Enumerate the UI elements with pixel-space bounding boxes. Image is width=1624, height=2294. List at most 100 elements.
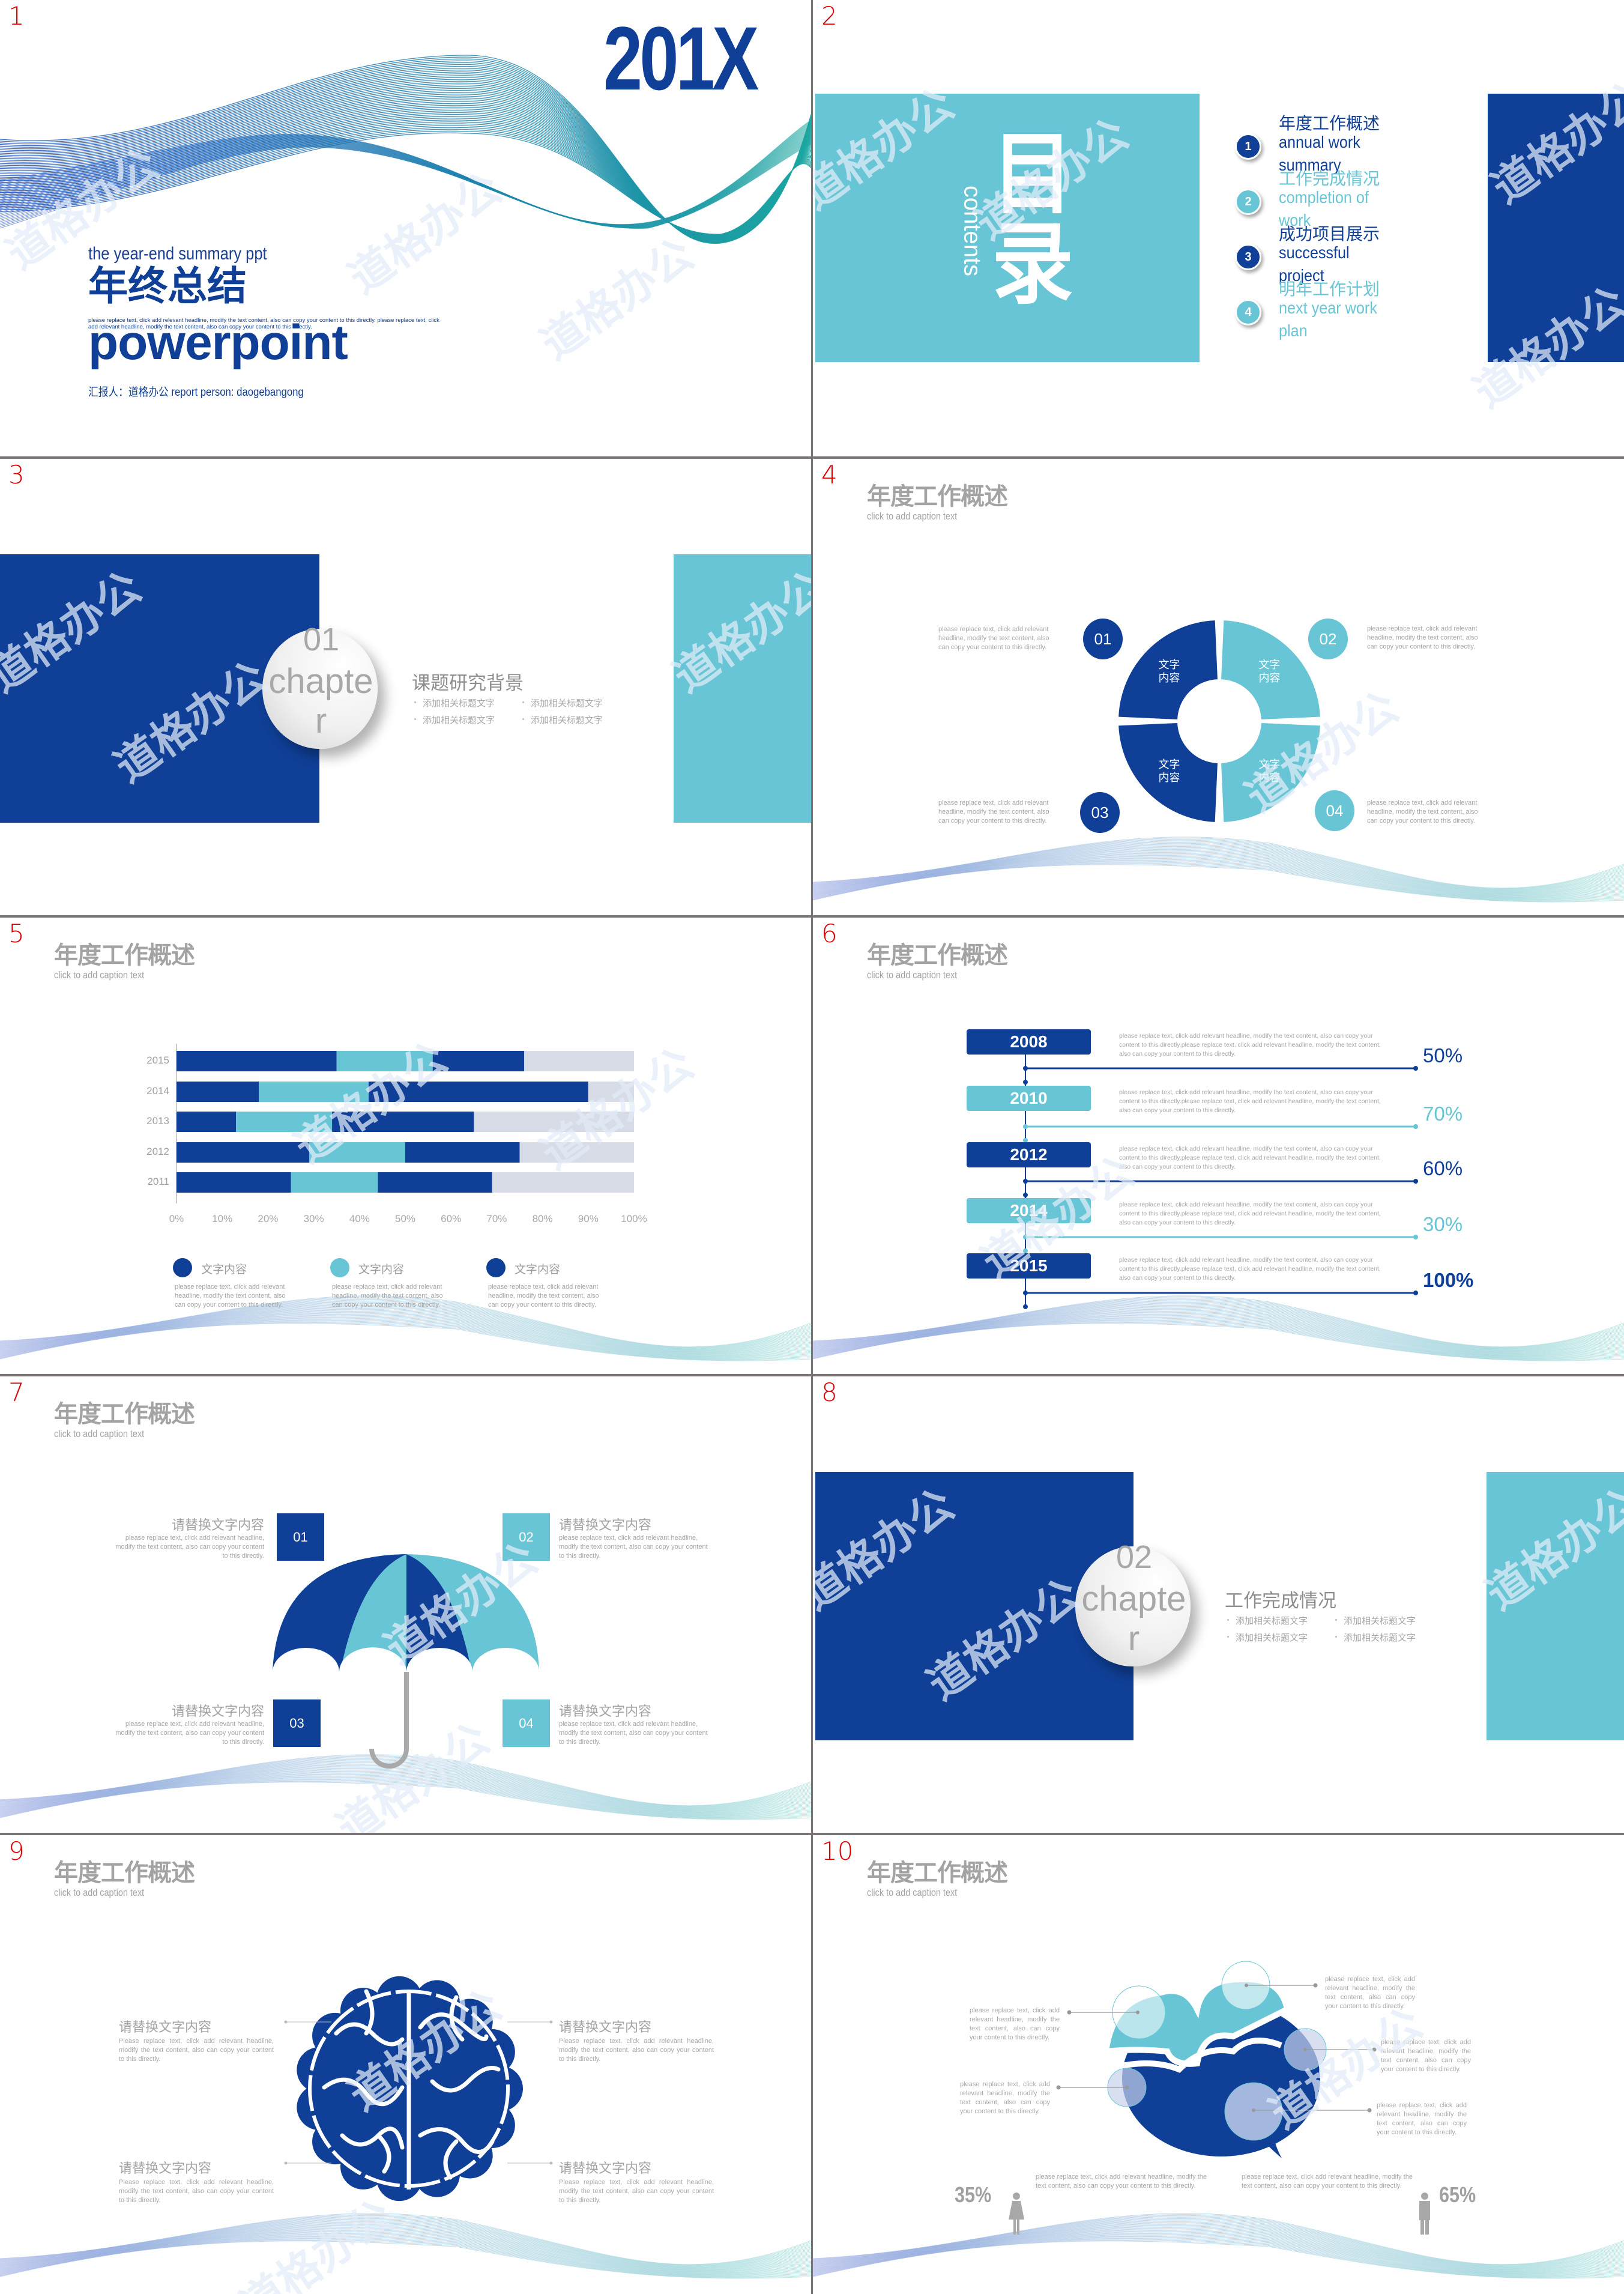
slide-number: 1 [8, 1, 25, 31]
callout-dot [1136, 2011, 1140, 2014]
title-cn-1: 目 [992, 124, 1073, 225]
slide-8[interactable]: 8 02 chapter 工作完成情况 添加相关标题文字 添加相关标题文字 添加相关标题文字… [813, 1376, 1624, 1833]
slide-3[interactable]: 3 01 chapter 课题研究背景 添加相关标题文字 添加相关标题文字 添加相关标题文字… [0, 459, 811, 915]
x-tick-label: 0% [169, 1213, 184, 1224]
bar-segment-2014-3 [369, 1082, 588, 1102]
slide-number: 2 [821, 1, 838, 31]
step-number-badge[interactable]: 03 [1080, 792, 1120, 833]
stat-value: 35% [955, 2182, 992, 2207]
slide-5[interactable]: 5 年度工作概述 click to add caption text 2015 2014… [0, 918, 811, 1374]
slide-6[interactable]: 6 年度工作概述 click to add caption text 2008 plea… [813, 918, 1624, 1374]
category-label: 2015 [146, 1055, 169, 1066]
toc-number-badge[interactable]: 3 [1235, 244, 1261, 270]
step-description: please replace text, click add relevant … [938, 799, 1049, 825]
reporter-text: 汇报人：道格办公 report person: daogebangong [88, 386, 304, 399]
toc-number-badge[interactable]: 1 [1235, 133, 1261, 160]
stat-description: please replace text, click add relevant … [1036, 2173, 1207, 2190]
male-icon [1421, 2193, 1428, 2200]
slide-number: 4 [821, 460, 838, 489]
bar-segment-2011-4 [492, 1172, 634, 1193]
legend-description: please replace text, click add relevant … [175, 1283, 286, 1309]
callout-text: please replace text, click add relevant … [970, 2007, 1060, 2041]
legend-label: 文字内容 [358, 1264, 405, 1276]
axis-dot [1023, 1193, 1028, 1197]
number-box: 01 [277, 1513, 324, 1561]
wave-line [0, 95, 811, 239]
slide-10[interactable]: 10 年度工作概述 click to add caption text please … [813, 1835, 1624, 2294]
bullet-text: 添加相关标题文字 [1236, 1633, 1308, 1643]
toc-number-badge[interactable]: 4 [1235, 299, 1261, 325]
legend-description: please replace text, click add relevant … [488, 1283, 599, 1309]
step-number-badge[interactable]: 01 [1083, 619, 1123, 659]
connector-dot [1413, 1124, 1418, 1129]
year-box: 2012 [967, 1142, 1091, 1167]
stat-value: 65% [1439, 2182, 1476, 2207]
female-icon [1009, 2201, 1024, 2235]
bar-segment-2013-4 [474, 1112, 634, 1132]
slide-number: 10 [821, 1836, 854, 1866]
bar-segment-2013-2 [236, 1112, 333, 1132]
step-description: please replace text, click add relevant … [1367, 625, 1478, 650]
title-cn-2: 录 [992, 214, 1073, 315]
percent-value: 30% [1423, 1213, 1463, 1235]
category-label: 2012 [146, 1146, 169, 1157]
x-tick-label: 80% [532, 1213, 553, 1224]
chapter-title: 工作完成情况 [1225, 1590, 1336, 1611]
connector-dot [1023, 1124, 1028, 1129]
callout-dot [549, 2020, 553, 2024]
category-label: 2011 [147, 1176, 169, 1187]
item-heading: 请替换文字内容 [559, 1704, 652, 1719]
timeline-description: please replace text, click add relevant … [1119, 1145, 1381, 1170]
x-tick-label: 60% [441, 1213, 462, 1224]
connector-dot [1023, 1235, 1028, 1239]
x-tick-label: 10% [212, 1213, 233, 1224]
bullet-dot [522, 701, 524, 703]
bullet-text: 添加相关标题文字 [1236, 1616, 1308, 1626]
bar-segment-2011-2 [291, 1172, 378, 1193]
x-tick-label: 90% [578, 1213, 599, 1224]
umbrella-illustration [273, 1554, 539, 1769]
title-en: contents [959, 185, 986, 277]
item-description: please replace text, click add relevant … [115, 1534, 264, 1560]
bullet-text: 添加相关标题文字 [1344, 1616, 1416, 1626]
step-description: please replace text, click add relevant … [1367, 799, 1478, 825]
legend-marker [486, 1258, 506, 1277]
year-box: 2010 [967, 1086, 1091, 1111]
bar-segment-2012-1 [177, 1142, 309, 1163]
slide-7[interactable]: 7 年度工作概述 click to add caption text 01 请替换文字内… [0, 1376, 811, 1833]
axis-dot [1023, 1080, 1028, 1085]
callout-dot [1067, 2010, 1072, 2015]
slide-2[interactable]: 2 目录 contents 1 年度工作概述 annual work summary 2 工作… [813, 0, 1624, 456]
step-description: please replace text, click add relevant … [938, 626, 1049, 651]
timeline-description: please replace text, click add relevant … [1119, 1201, 1381, 1226]
bar-segment-2012-2 [309, 1142, 405, 1163]
timeline-description: please replace text, click add relevant … [1119, 1089, 1381, 1114]
connector-dot [1413, 1066, 1418, 1071]
item-heading: 请替换文字内容 [559, 2020, 652, 2035]
number-box: 04 [503, 1699, 550, 1747]
segment-label: 文字内容 [1158, 658, 1180, 684]
slide-number: 8 [821, 1378, 838, 1407]
year-box: 2008 [967, 1029, 1091, 1055]
year-heading: 201X [603, 8, 759, 109]
slide-1[interactable]: 1 201X the year-end summary ppt 年终总结 please … [0, 0, 811, 456]
step-number-badge[interactable]: 02 [1308, 619, 1348, 659]
item-description: please replace text, click add relevant … [115, 1720, 264, 1746]
x-tick-label: 50% [394, 1213, 416, 1224]
item-description: Please replace text, click add relevant … [119, 2179, 274, 2204]
number-box: 02 [503, 1513, 550, 1561]
axis-dot [1023, 1304, 1028, 1309]
callout-text: please replace text, click add relevant … [1381, 2039, 1471, 2073]
item-description: please replace text, click add relevant … [559, 1534, 708, 1560]
item-description: Please replace text, click add relevant … [559, 2179, 714, 2204]
bullet-dot [1227, 1636, 1229, 1638]
slide-4[interactable]: 4 年度工作概述 click to add caption text 文字内容 文字内容… [813, 459, 1624, 915]
bar-segment-2014-2 [259, 1082, 369, 1102]
step-number-badge[interactable]: 04 [1315, 790, 1354, 831]
toc-number-badge[interactable]: 2 [1235, 189, 1261, 215]
umbrella-handle [369, 1672, 409, 1769]
item-heading: 请替换文字内容 [171, 1704, 264, 1719]
chapter-light-panel [1487, 1472, 1624, 1740]
toc-title-en: next year work plan [1279, 298, 1377, 340]
slide-9[interactable]: 9 年度工作概述 click to add caption text 请替换文字内容 P… [0, 1835, 811, 2294]
